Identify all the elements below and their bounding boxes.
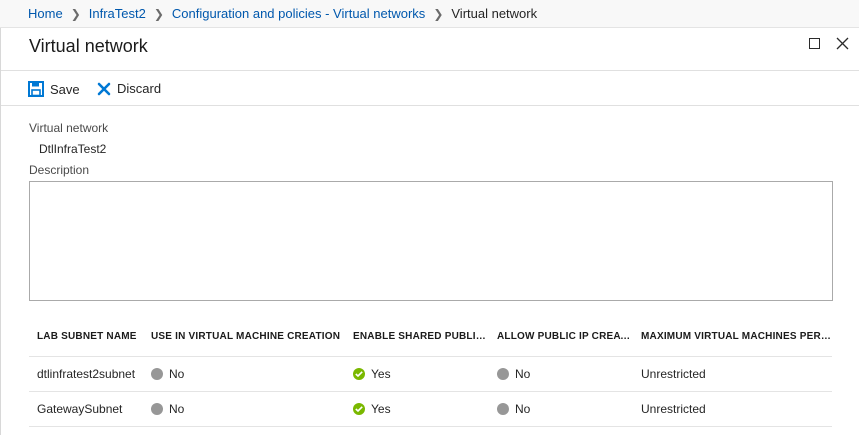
status-text: Yes <box>371 366 391 381</box>
toolbar-divider <box>1 105 859 106</box>
chevron-right-icon: ❯ <box>433 6 444 21</box>
check-circle-icon <box>353 402 365 415</box>
max-vms-cell: Unrestricted <box>633 356 832 392</box>
use-in-vm-cell: No <box>143 391 345 427</box>
allow-public-ip-cell: No <box>489 391 633 427</box>
save-button[interactable]: Save <box>28 81 80 97</box>
subnet-name-cell: dtlinfratest2subnet <box>29 356 143 392</box>
table-row[interactable]: GatewaySubnet No Yes No Unrestricted <box>29 391 832 427</box>
discard-button[interactable]: Discard <box>97 81 161 96</box>
breadcrumb: Home ❯ InfraTest2 ❯ Configuration and po… <box>28 6 537 21</box>
subnet-table: LAB SUBNET NAME USE IN VIRTUAL MACHINE C… <box>29 318 832 427</box>
gray-circle-icon <box>151 367 163 380</box>
top-bar: Home ❯ InfraTest2 ❯ Configuration and po… <box>0 0 859 28</box>
breadcrumb-virtual-networks[interactable]: Configuration and policies - Virtual net… <box>172 6 425 21</box>
subnet-name-cell: GatewaySubnet <box>29 391 143 427</box>
gray-circle-icon <box>151 402 163 415</box>
virtual-network-label: Virtual network <box>29 121 109 135</box>
status-text: No <box>515 401 531 416</box>
status-text: Yes <box>371 401 391 416</box>
table-row[interactable]: dtlinfratest2subnet No Yes No Unrestrict… <box>29 356 832 392</box>
virtual-network-value: DtlInfraTest2 <box>39 142 107 156</box>
save-label: Save <box>50 81 80 97</box>
maximize-button[interactable] <box>804 34 824 54</box>
breadcrumb-current: Virtual network <box>451 6 538 21</box>
gray-circle-icon <box>497 367 509 380</box>
use-in-vm-cell: No <box>143 356 345 392</box>
command-bar: Save Discard <box>1 71 859 105</box>
close-button[interactable] <box>833 34 853 54</box>
chevron-right-icon: ❯ <box>153 6 164 21</box>
column-header-max-vms[interactable]: MAXIMUM VIRTUAL MACHINES PER U... <box>633 318 832 357</box>
close-icon <box>836 37 849 50</box>
shared-ip-cell: Yes <box>345 356 489 392</box>
blade-panel: Virtual network Save Discard Virtual net… <box>0 28 859 435</box>
chevron-right-icon: ❯ <box>70 6 81 21</box>
column-header-use-in-vm[interactable]: USE IN VIRTUAL MACHINE CREATION <box>143 318 345 357</box>
maximize-icon <box>809 38 820 49</box>
column-header-shared-public-ip[interactable]: ENABLE SHARED PUBLIC IP <box>345 318 489 357</box>
status-text: No <box>169 401 185 416</box>
discard-label: Discard <box>117 81 162 96</box>
breadcrumb-home[interactable]: Home <box>28 6 63 21</box>
allow-public-ip-cell: No <box>489 356 633 392</box>
max-vms-cell: Unrestricted <box>633 391 832 427</box>
discard-icon <box>97 82 111 95</box>
breadcrumb-lab[interactable]: InfraTest2 <box>89 6 146 21</box>
page-title: Virtual network <box>29 36 148 56</box>
description-label: Description <box>29 163 90 177</box>
gray-circle-icon <box>497 402 509 415</box>
status-text: No <box>169 366 185 381</box>
check-circle-icon <box>353 367 365 380</box>
status-text: No <box>515 366 531 381</box>
shared-ip-cell: Yes <box>345 391 489 427</box>
description-input[interactable] <box>29 181 833 301</box>
column-header-subnet-name[interactable]: LAB SUBNET NAME <box>29 318 143 357</box>
table-header-row: LAB SUBNET NAME USE IN VIRTUAL MACHINE C… <box>29 318 832 357</box>
save-icon <box>28 81 44 97</box>
column-header-allow-public-ip[interactable]: ALLOW PUBLIC IP CREATI... <box>489 318 633 357</box>
